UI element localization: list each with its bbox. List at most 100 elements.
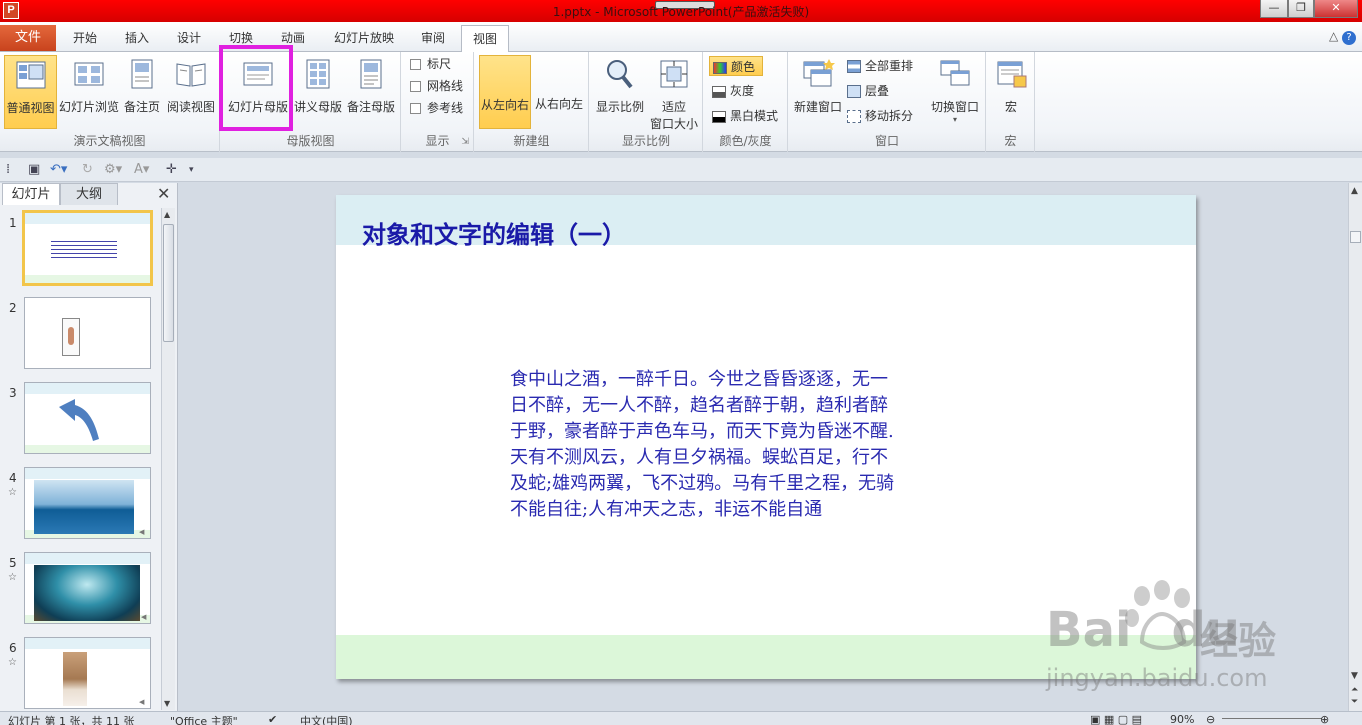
grayscale-button[interactable]: 灰度	[712, 81, 754, 101]
arrange-all-label: 全部重排	[865, 59, 914, 73]
group-label-zoom: 显示比例	[621, 134, 670, 148]
scroll-down-icon[interactable]: ▼	[1351, 671, 1358, 681]
color-button[interactable]: 颜色	[709, 56, 763, 76]
body-line: 不能自往;人有冲天之志，非运不能自通	[510, 499, 823, 520]
slide-title[interactable]: 对象和文字的编辑（一）	[362, 215, 626, 250]
zoom-slider[interactable]	[1222, 718, 1322, 719]
body-line: 及蛇;雄鸡两翼，飞不过鸦。马有千里之程，无骑	[510, 473, 895, 494]
format-icon[interactable]: A▾	[134, 162, 149, 177]
thumb-footer-band	[25, 275, 150, 283]
sound-icon: ◀	[141, 613, 147, 621]
slide-thumbnail-3[interactable]	[24, 382, 151, 454]
arrange-all-button[interactable]: 全部重排	[847, 56, 913, 76]
handout-master-button[interactable]: 讲义母版	[293, 55, 343, 129]
grip-icon: ⁞	[6, 162, 11, 177]
ruler-checkbox[interactable]: 标尺	[410, 54, 451, 74]
right-to-left-label: 从右向左	[534, 97, 583, 111]
group-new-group: 从左向右 从右向左 新建组	[475, 52, 589, 152]
color-label: 颜色	[731, 60, 756, 74]
previous-slide-icon[interactable]: ⏶	[1351, 685, 1358, 695]
gridlines-checkbox-box[interactable]	[410, 81, 421, 92]
thumb-figure-image	[62, 318, 80, 356]
tab-review[interactable]: 审阅	[412, 25, 454, 51]
notes-master-button[interactable]: 备注母版	[345, 55, 397, 129]
undo-icon[interactable]: ↶▾	[50, 162, 67, 177]
guides-checkbox[interactable]: 参考线	[410, 98, 463, 118]
scroll-up-icon[interactable]: ▲	[1351, 186, 1358, 196]
notes-page-button[interactable]: 备注页	[121, 55, 163, 129]
baidu-paw-logo-icon	[1125, 580, 1190, 650]
black-white-button[interactable]: 黑白模式	[712, 106, 778, 126]
left-to-right-button[interactable]: 从左向右	[479, 55, 531, 129]
body-line: 食中山之酒，一醉千日。今世之昏昏逐逐，无一	[510, 369, 888, 390]
fit-to-window-button[interactable]: 适应 窗口大小	[648, 55, 700, 131]
save-icon[interactable]: ▣	[28, 162, 40, 177]
ruler-checkbox-box[interactable]	[410, 59, 421, 70]
zoom-in-icon[interactable]: ⊕	[1320, 713, 1329, 725]
normal-view-status-icon[interactable]: ▣ ▦ ▢ ▤	[1090, 713, 1142, 725]
slide-thumbnail-6[interactable]: ◀	[24, 637, 151, 709]
scroll-thumb[interactable]	[1350, 231, 1361, 243]
thumb-header-band	[25, 213, 150, 224]
minimize-button[interactable]: —	[1260, 0, 1288, 18]
tab-slides[interactable]: 幻灯片	[2, 183, 60, 205]
tab-design[interactable]: 设计	[166, 25, 212, 51]
touch-icon[interactable]: ✛	[166, 162, 177, 177]
dialog-launcher-icon[interactable]: ⇲	[461, 137, 469, 147]
slide-thumbnail-5[interactable]: ◀	[24, 552, 151, 624]
switch-windows-button[interactable]: 切换窗口 ▾	[927, 55, 983, 129]
normal-view-button[interactable]: 普通视图	[4, 55, 57, 129]
slide-sorter-button[interactable]: 幻灯片浏览	[59, 55, 119, 129]
customize-icon[interactable]: ⚙▾	[104, 162, 122, 177]
close-window-button[interactable]: ✕	[1314, 0, 1358, 18]
cascade-button[interactable]: 层叠	[847, 81, 889, 101]
language-status[interactable]: 中文(中国)	[300, 713, 353, 725]
gridlines-checkbox[interactable]: 网格线	[410, 76, 463, 96]
thumb-figure-shape	[68, 327, 74, 345]
tab-slideshow[interactable]: 幻灯片放映	[322, 25, 406, 51]
redo-icon[interactable]: ↻	[82, 162, 93, 177]
tab-view[interactable]: 视图	[461, 25, 509, 53]
cascade-label: 层叠	[865, 84, 890, 98]
new-window-button[interactable]: 新建窗口	[791, 55, 845, 129]
group-label-color: 颜色/灰度	[719, 134, 772, 148]
group-presentation-views: 普通视图 幻灯片浏览 备注页 阅读视图 演示文稿视图	[0, 52, 220, 152]
spell-check-icon[interactable]: ✔	[268, 713, 277, 725]
tab-outline[interactable]: 大纲	[60, 183, 118, 205]
grayscale-label: 灰度	[730, 84, 755, 98]
switch-windows-label: 切换窗口	[930, 100, 979, 114]
slide-thumbnail-4[interactable]: ◀	[24, 467, 151, 539]
fit-window-icon	[660, 60, 688, 88]
tab-insert[interactable]: 插入	[114, 25, 160, 51]
scroll-down-icon[interactable]: ▼	[164, 699, 170, 708]
macros-button[interactable]: 宏	[991, 55, 1031, 129]
tab-home[interactable]: 开始	[62, 25, 108, 51]
scroll-up-icon[interactable]: ▲	[164, 210, 170, 219]
zoom-out-icon[interactable]: ⊖	[1206, 713, 1215, 725]
slide-body-text[interactable]: 食中山之酒，一醉千日。今世之昏昏逐逐，无一 日不醉，无一人不醉，趋名者醉于朝，趋…	[510, 367, 976, 523]
theme-status[interactable]: "Office 主题"	[170, 713, 238, 725]
slides-pane-scrollbar[interactable]: ▲ ▼	[161, 208, 175, 710]
guides-checkbox-box[interactable]	[410, 103, 421, 114]
zoom-button[interactable]: 显示比例	[594, 55, 646, 129]
qat-more-icon[interactable]: ▾	[189, 165, 194, 175]
close-pane-icon[interactable]: ✕	[157, 184, 170, 203]
animation-star-icon: ☆	[8, 572, 17, 583]
reading-view-button[interactable]: 阅读视图	[165, 55, 217, 129]
black-white-icon	[712, 110, 726, 123]
slide-thumbnail-1[interactable]	[22, 210, 153, 286]
main-scrollbar[interactable]: ▲ ▼ ⏶ ⏷	[1348, 183, 1362, 711]
right-to-left-button[interactable]: 从右向左	[532, 55, 586, 129]
slide-number: 2	[9, 301, 17, 315]
fit-label: 适应	[661, 100, 686, 114]
tab-file[interactable]: 文件	[0, 25, 56, 51]
zoom-level[interactable]: 90%	[1170, 713, 1194, 725]
maximize-button[interactable]: ❐	[1288, 0, 1314, 18]
next-slide-icon[interactable]: ⏷	[1351, 697, 1358, 707]
ruler-label: 标尺	[427, 57, 452, 71]
scroll-thumb[interactable]	[163, 224, 174, 342]
arrow-shape-icon	[59, 399, 99, 441]
move-split-button[interactable]: 移动拆分	[847, 106, 913, 126]
help-icon[interactable]: △ ?	[1329, 29, 1356, 45]
slide-thumbnail-2[interactable]	[24, 297, 151, 369]
